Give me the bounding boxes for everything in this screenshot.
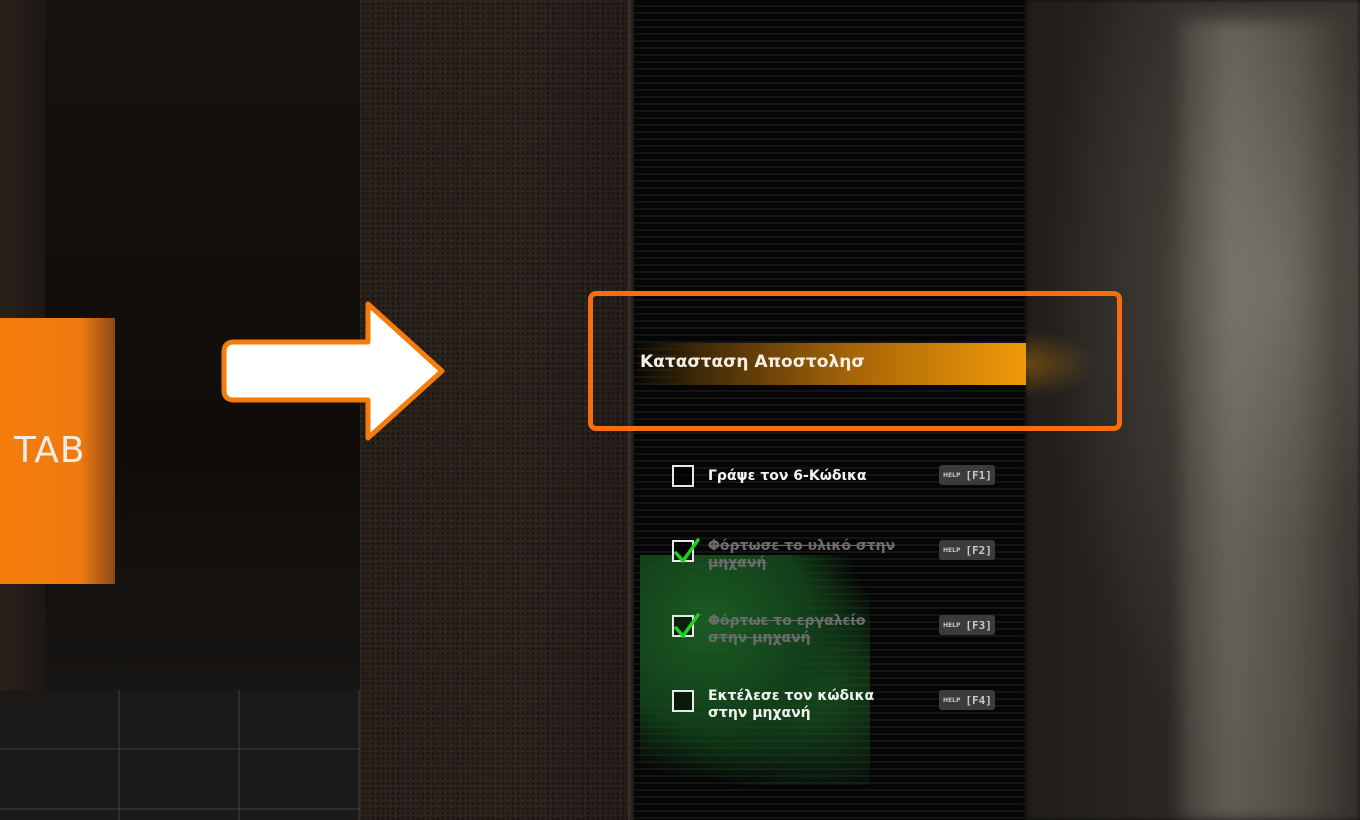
task-label: Φόρτωσε το υλικό στην μηχανή bbox=[708, 538, 896, 571]
task-label: Φόρτωε το εργαλείο στην μηχανή bbox=[708, 613, 866, 646]
help-badge[interactable]: HELP [F1] bbox=[939, 465, 995, 485]
task-label: Γράψε τον 6-Κώδικα bbox=[708, 468, 867, 484]
help-key: [F3] bbox=[965, 618, 992, 632]
task-item-1[interactable]: Γράψε τον 6-Κώδικα HELP [F1] bbox=[672, 465, 1012, 515]
help-key: [F2] bbox=[965, 543, 992, 557]
help-badge[interactable]: HELP [F3] bbox=[939, 615, 995, 635]
task-label: Εκτέλεσε τον κώδικα στην μηχανή bbox=[708, 688, 875, 721]
help-word: HELP bbox=[943, 546, 961, 554]
highlight-frame bbox=[588, 291, 1122, 431]
help-badge[interactable]: HELP [F2] bbox=[939, 540, 995, 560]
task-checkbox-checked[interactable] bbox=[672, 613, 700, 638]
task-item-3[interactable]: Φόρτωε το εργαλείο στην μηχανή HELP [F3] bbox=[672, 613, 1012, 665]
task-checkbox-checked[interactable] bbox=[672, 538, 700, 563]
help-word: HELP bbox=[943, 696, 961, 704]
checkmark-icon bbox=[674, 613, 700, 638]
task-item-2[interactable]: Φόρτωσε το υλικό στην μηχανή HELP [F2] bbox=[672, 538, 1012, 590]
background-floor bbox=[0, 690, 370, 820]
help-badge[interactable]: HELP [F4] bbox=[939, 690, 995, 710]
help-word: HELP bbox=[943, 471, 961, 479]
help-key: [F1] bbox=[965, 468, 992, 482]
background-blurred-pillar bbox=[1180, 20, 1350, 820]
tab-key-label: TAB bbox=[14, 430, 86, 471]
right-arrow-icon bbox=[221, 301, 445, 441]
help-word: HELP bbox=[943, 621, 961, 629]
checkmark-icon bbox=[674, 538, 700, 563]
task-item-4[interactable]: Εκτέλεσε τον κώδικα στην μηχανή HELP [F4… bbox=[672, 688, 1012, 740]
help-key: [F4] bbox=[965, 693, 992, 707]
task-checkbox-unchecked[interactable] bbox=[672, 690, 694, 712]
task-checkbox-unchecked[interactable] bbox=[672, 465, 694, 487]
